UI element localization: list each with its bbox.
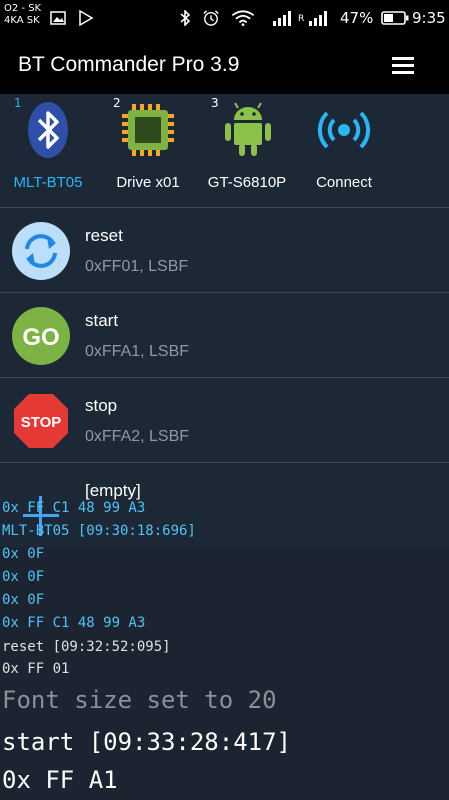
go-icon: GO bbox=[12, 307, 70, 365]
device-label: GT-S6810P bbox=[207, 174, 287, 191]
log-console[interactable]: 0x FF C1 48 99 A3 MLT-BT05 [09:30:18:696]… bbox=[0, 500, 449, 800]
device-label: Connect bbox=[316, 174, 372, 191]
log-line: Font size set to 20 bbox=[2, 686, 277, 714]
log-line: 0x FF A1 bbox=[2, 766, 118, 794]
command-name: stop bbox=[85, 396, 118, 415]
menu-icon-bar bbox=[392, 57, 414, 60]
command-name: start bbox=[85, 311, 119, 330]
log-line: start [09:33:28:417] bbox=[2, 728, 291, 756]
reset-icon bbox=[12, 222, 70, 280]
menu-icon-bar bbox=[392, 64, 414, 67]
battery-icon bbox=[381, 11, 409, 25]
log-line: 0x FF C1 48 99 A3 bbox=[2, 615, 146, 631]
log-line: reset [09:32:52:095] bbox=[2, 639, 171, 655]
command-row-start[interactable]: GO start 0xFFA1, LSBF bbox=[0, 293, 449, 378]
carrier-line-1: O2 - SK bbox=[4, 3, 42, 14]
go-icon-text: GO bbox=[22, 324, 59, 351]
command-name: reset bbox=[85, 226, 123, 245]
log-line: 0x 0F bbox=[2, 569, 45, 585]
status-bar: O2 - SK 4KA SK R 47% 9:35 bbox=[0, 0, 449, 36]
carrier-info: O2 - SK 4KA SK bbox=[4, 3, 41, 27]
log-line: 0x 0F bbox=[2, 592, 45, 608]
device-number: 3 bbox=[211, 96, 219, 110]
command-code: 0xFFA1, LSBF bbox=[85, 343, 190, 360]
device-slot-2[interactable]: 2 Drive x01 bbox=[103, 94, 193, 208]
device-number: 1 bbox=[14, 96, 22, 110]
image-icon bbox=[50, 11, 66, 25]
bluetooth-icon bbox=[28, 102, 68, 158]
device-slot-3[interactable]: 3 GT-S6810P bbox=[199, 94, 295, 208]
command-code: 0xFFA2, LSBF bbox=[85, 428, 190, 445]
hamburger-menu-button[interactable] bbox=[388, 52, 418, 78]
android-icon bbox=[225, 102, 271, 156]
command-row-reset[interactable]: reset 0xFF01, LSBF bbox=[0, 208, 449, 293]
alarm-icon bbox=[203, 10, 219, 26]
command-code: 0xFF01, LSBF bbox=[85, 258, 189, 275]
device-slot-1[interactable]: 1 MLT-BT05 bbox=[0, 94, 96, 208]
menu-icon-bar bbox=[392, 71, 414, 74]
command-name: [empty] bbox=[85, 481, 141, 500]
wifi-icon bbox=[231, 10, 255, 26]
log-line: 0x FF C1 48 99 A3 bbox=[2, 500, 146, 516]
device-bar: 1 MLT-BT05 2 Drive x01 3 GT-S6810P Conne… bbox=[0, 94, 449, 208]
bluetooth-status-icon bbox=[180, 10, 191, 26]
connect-button[interactable]: Connect bbox=[300, 94, 388, 208]
log-line: 0x 0F bbox=[2, 546, 45, 562]
app-title: BT Commander Pro 3.9 bbox=[18, 53, 240, 76]
connect-icon bbox=[317, 111, 371, 149]
roaming-indicator: R bbox=[298, 14, 305, 24]
app-bar: BT Commander Pro 3.9 bbox=[0, 36, 449, 94]
clock: 9:35 bbox=[412, 9, 446, 27]
device-label: Drive x01 bbox=[116, 174, 180, 191]
device-label: MLT-BT05 bbox=[13, 174, 83, 191]
chip-icon bbox=[122, 104, 174, 156]
carrier-line-2: 4KA SK bbox=[4, 15, 40, 26]
command-row-stop[interactable]: STOP stop 0xFFA2, LSBF bbox=[0, 378, 449, 463]
play-store-icon bbox=[79, 10, 94, 26]
log-line: 0x FF 01 bbox=[2, 661, 70, 677]
stop-icon-text: STOP bbox=[21, 414, 62, 431]
signal-icon-2 bbox=[309, 11, 327, 26]
battery-percent: 47% bbox=[340, 9, 374, 27]
log-line: MLT-BT05 [09:30:18:696] bbox=[2, 523, 196, 539]
signal-icon-1 bbox=[273, 11, 291, 26]
stop-icon: STOP bbox=[14, 394, 68, 448]
